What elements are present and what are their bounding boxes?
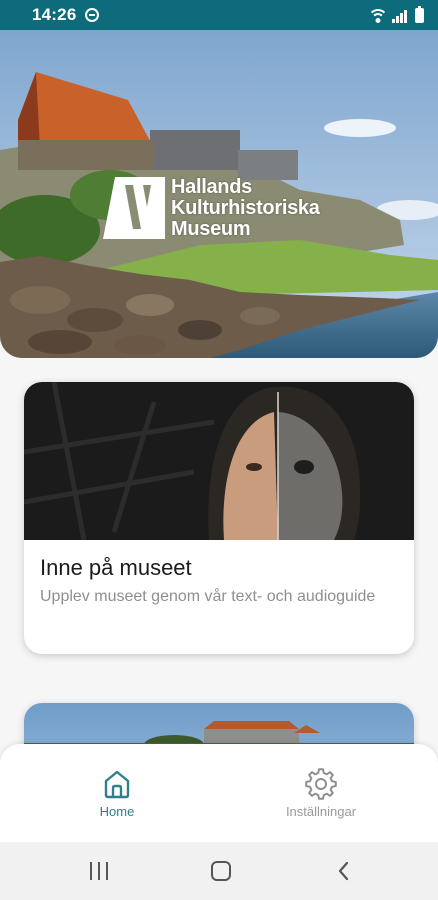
bottom-navigation: Home Inställningar (0, 744, 438, 842)
card-title: Inne på museet (40, 555, 192, 580)
recents-icon[interactable] (87, 859, 111, 883)
home-circle-icon[interactable] (209, 859, 233, 883)
do-not-disturb-icon (85, 8, 100, 22)
museum-logo-icon (103, 177, 165, 239)
status-time: 14:26 (32, 5, 77, 24)
signal-icon (392, 10, 407, 23)
system-navigation-bar (0, 842, 438, 900)
back-icon[interactable] (332, 859, 356, 883)
wifi-icon (369, 9, 387, 23)
battery-icon (415, 6, 424, 23)
museum-logo-text: Hallands Kulturhistoriska Museum (171, 177, 320, 240)
logo-line-1: Hallands (171, 176, 252, 198)
card-description: Upplev museet genom vår text- och audiog… (40, 588, 376, 605)
status-icons (369, 6, 424, 23)
logo-line-2: Kulturhistoriska (171, 197, 320, 219)
status-bar: 14:26 (0, 0, 438, 30)
nav-settings[interactable]: Inställningar (261, 768, 381, 819)
gear-icon (305, 768, 337, 800)
hero-image: Hallands Kulturhistoriska Museum (0, 30, 438, 358)
museum-logo: Hallands Kulturhistoriska Museum (103, 177, 320, 240)
logo-line-3: Museum (171, 218, 251, 240)
nav-home[interactable]: Home (57, 768, 177, 819)
card-inne-pa-museet[interactable]: Inne på museet Upplev museet genom vår t… (24, 382, 414, 654)
nav-home-label: Home (99, 804, 135, 819)
home-icon (104, 770, 130, 799)
card-image-face (24, 382, 414, 540)
nav-settings-label: Inställningar (285, 804, 357, 819)
